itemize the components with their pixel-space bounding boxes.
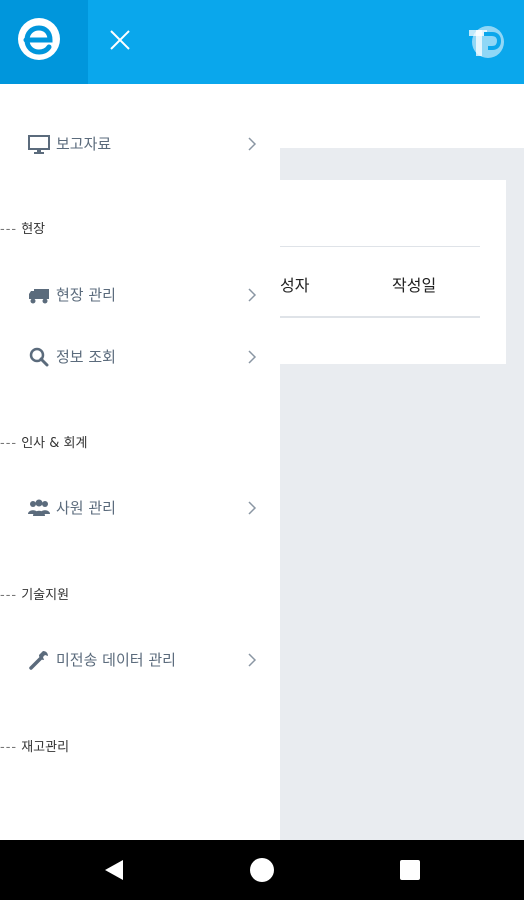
chevron-right-icon: [248, 350, 257, 364]
search-icon: [29, 347, 49, 367]
back-icon[interactable]: [104, 859, 124, 881]
section-header-hr-accounting: --- 인사 & 회계: [0, 436, 88, 451]
e-logo-icon: [18, 18, 60, 60]
menu-item-label: 보고자료: [56, 135, 112, 153]
app-header: [0, 0, 524, 84]
nav-drawer: 보고자료 --- 현장 현장 관리 정보 조회 --- 인사 & 회계 사원 관…: [0, 84, 280, 840]
chevron-right-icon: [248, 653, 257, 667]
home-icon[interactable]: [250, 858, 274, 882]
recent-apps-icon[interactable]: [400, 860, 420, 880]
chevron-right-icon: [248, 288, 257, 302]
close-icon[interactable]: [104, 24, 136, 56]
menu-item-unsent-data-management[interactable]: 미전송 데이터 관리: [0, 640, 280, 680]
chevron-right-icon: [248, 501, 257, 515]
menu-item-label: 사원 관리: [56, 499, 116, 517]
table-card: 성자 작성일: [258, 180, 506, 364]
logo-button[interactable]: [0, 0, 88, 84]
menu-item-site-management[interactable]: 현장 관리: [0, 275, 280, 315]
section-header-tech-support: --- 기술지원: [0, 588, 70, 603]
menu-item-reports[interactable]: 보고자료: [0, 124, 280, 164]
system-nav-bar: [0, 840, 524, 900]
divider: [258, 316, 480, 318]
truck-icon: [29, 289, 49, 304]
divider: [258, 246, 480, 247]
column-date: 작성일: [392, 276, 437, 295]
tp-logo-icon: [469, 26, 504, 58]
wrench-icon: [29, 651, 48, 670]
users-icon: [28, 499, 50, 516]
menu-item-label: 현장 관리: [56, 286, 116, 304]
column-author: 성자: [280, 276, 310, 295]
menu-item-employee-management[interactable]: 사원 관리: [0, 488, 280, 528]
section-header-inventory: --- 재고관리: [0, 740, 70, 755]
chevron-right-icon: [248, 137, 257, 151]
monitor-icon: [28, 135, 50, 154]
menu-item-label: 정보 조회: [56, 348, 116, 366]
menu-item-label: 미전송 데이터 관리: [56, 651, 176, 669]
section-header-site: --- 현장: [0, 222, 46, 237]
menu-item-info-lookup[interactable]: 정보 조회: [0, 337, 280, 377]
